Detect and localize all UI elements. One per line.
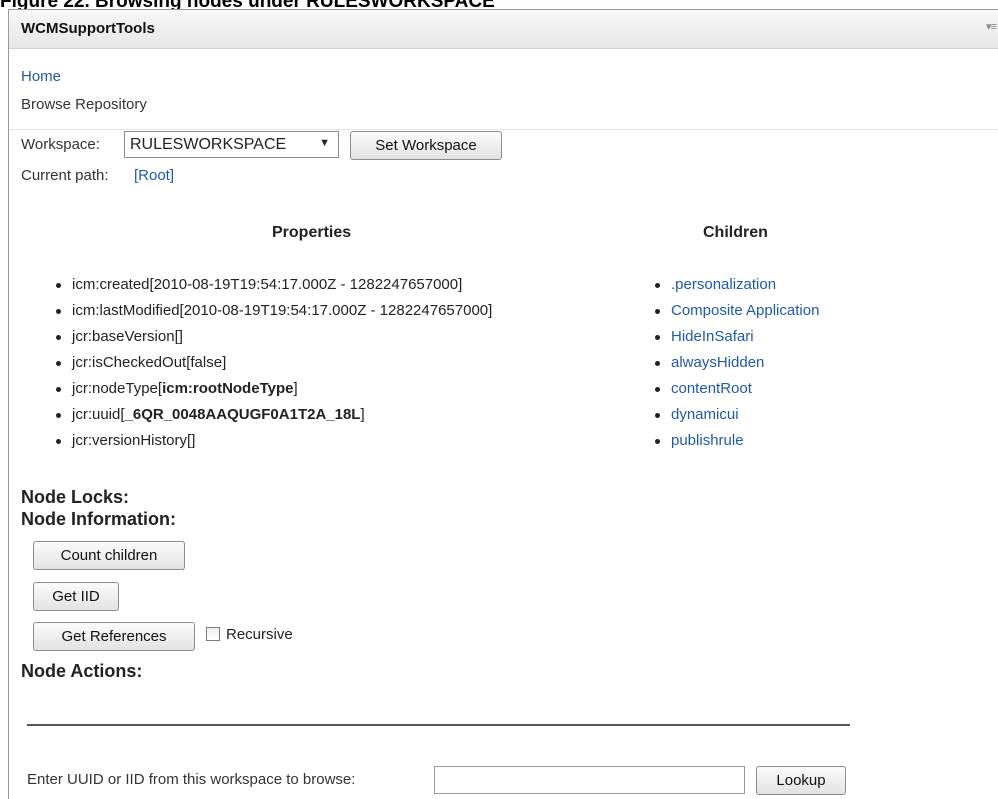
property-name: icm:lastModified xyxy=(72,302,180,319)
bracket-close: ] xyxy=(360,406,365,423)
divider xyxy=(9,129,998,130)
property-value: 2010-08-19T19:54:17.000Z - 1282247657000 xyxy=(153,276,459,293)
recursive-checkbox[interactable] xyxy=(206,627,220,641)
child-item: alwaysHidden xyxy=(653,350,819,376)
property-item: icm:lastModified[2010-08-19T19:54:17.000… xyxy=(54,298,492,324)
node-locks-heading: Node Locks: xyxy=(21,487,130,507)
current-path-root-link[interactable]: [Root] xyxy=(134,167,174,184)
child-link[interactable]: alwaysHidden xyxy=(671,354,764,371)
children-heading: Children xyxy=(703,224,768,241)
workspace-select[interactable]: RULESWORKSPACE ▼ xyxy=(124,131,339,158)
child-link[interactable]: .personalization xyxy=(671,276,776,293)
count-children-button[interactable]: Count children xyxy=(33,541,185,570)
child-link[interactable]: publishrule xyxy=(671,432,744,449)
child-link[interactable]: Composite Application xyxy=(671,302,819,319)
portlet-titlebar: WCMSupportTools ▾≡ xyxy=(9,10,998,49)
chevron-down-icon: ▼ xyxy=(319,137,330,149)
property-item: jcr:versionHistory[] xyxy=(54,428,492,454)
property-name: jcr:isCheckedOut xyxy=(72,354,187,371)
property-value: _6QR_0048AAQUGF0A1T2A_18L xyxy=(124,406,361,423)
bracket-close: ] xyxy=(222,354,227,371)
property-item: jcr:nodeType[icm:rootNodeType] xyxy=(54,376,492,402)
child-item: dynamicui xyxy=(653,402,819,428)
property-name: jcr:baseVersion xyxy=(72,328,175,345)
portlet-menu-icon[interactable]: ▾≡ xyxy=(986,20,997,33)
child-item: contentRoot xyxy=(653,376,819,402)
property-value: 2010-08-19T19:54:17.000Z - 1282247657000 xyxy=(183,302,489,319)
child-link[interactable]: dynamicui xyxy=(671,406,739,423)
property-item: jcr:baseVersion[] xyxy=(54,324,492,350)
portlet: WCMSupportTools ▾≡ Home Browse Repositor… xyxy=(8,9,998,799)
properties-heading: Properties xyxy=(272,224,352,241)
home-link[interactable]: Home xyxy=(21,68,61,85)
set-workspace-button[interactable]: Set Workspace xyxy=(350,131,502,160)
bracket-close: ] xyxy=(178,328,183,345)
child-item: HideInSafari xyxy=(653,324,819,350)
property-name: icm:created xyxy=(72,276,150,293)
node-actions-heading: Node Actions: xyxy=(21,661,143,681)
property-value: false xyxy=(190,354,223,371)
lookup-input[interactable] xyxy=(434,766,745,794)
get-iid-button[interactable]: Get IID xyxy=(33,582,119,611)
properties-list: icm:created[2010-08-19T19:54:17.000Z - 1… xyxy=(54,272,492,454)
workspace-label: Workspace: xyxy=(21,136,100,153)
bracket-close: ] xyxy=(488,302,493,319)
property-name: jcr:nodeType xyxy=(72,380,158,397)
current-path-label: Current path: xyxy=(21,167,109,184)
property-name: jcr:versionHistory xyxy=(72,432,188,449)
horizontal-rule xyxy=(27,724,850,726)
child-item: .personalization xyxy=(653,272,819,298)
portlet-title: WCMSupportTools xyxy=(21,20,155,37)
property-item: icm:created[2010-08-19T19:54:17.000Z - 1… xyxy=(54,272,492,298)
property-name: jcr:uuid xyxy=(72,406,121,423)
children-list: .personalization Composite Application Hid… xyxy=(653,272,819,454)
property-item: jcr:uuid[_6QR_0048AAQUGF0A1T2A_18L] xyxy=(54,402,492,428)
bracket-close: ] xyxy=(191,432,196,449)
workspace-selected-value: RULESWORKSPACE xyxy=(130,136,287,153)
node-information-heading: Node Information: xyxy=(21,509,176,529)
child-item: publishrule xyxy=(653,428,819,454)
bracket-close: ] xyxy=(458,276,463,293)
recursive-label: Recursive xyxy=(226,626,293,643)
child-link[interactable]: contentRoot xyxy=(671,380,752,397)
child-link[interactable]: HideInSafari xyxy=(671,328,754,345)
property-value: icm:rootNodeType xyxy=(162,380,294,397)
lookup-label: Enter UUID or IID from this workspace to… xyxy=(27,771,356,788)
get-references-button[interactable]: Get References xyxy=(33,622,195,651)
property-item: jcr:isCheckedOut[false] xyxy=(54,350,492,376)
child-item: Composite Application xyxy=(653,298,819,324)
lookup-button[interactable]: Lookup xyxy=(756,766,846,795)
bracket-close: ] xyxy=(293,380,298,397)
breadcrumb-current: Browse Repository xyxy=(21,96,147,113)
